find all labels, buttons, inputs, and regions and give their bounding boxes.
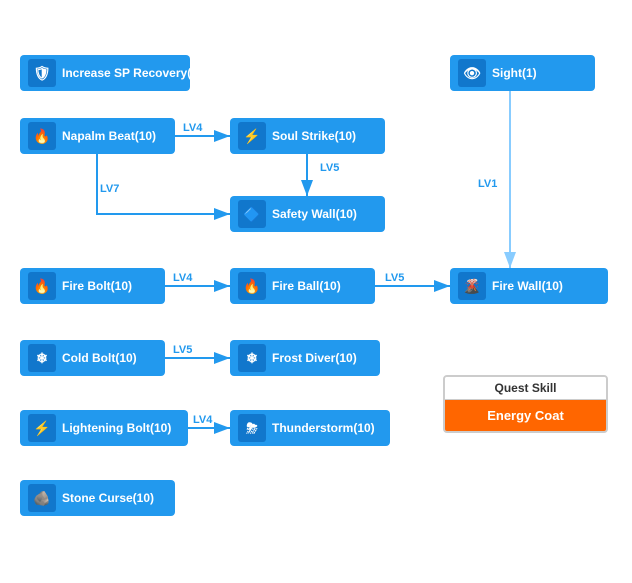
skill-label-lightening-bolt: Lightening Bolt(10) xyxy=(62,421,171,435)
skill-sight[interactable]: 👁 Sight(1) xyxy=(450,55,595,91)
skill-icon-thunderstorm: ⛈ xyxy=(238,414,266,442)
skill-lightening-bolt[interactable]: ⚡ Lightening Bolt(10) xyxy=(20,410,188,446)
skill-icon-fire-ball: 🔥 xyxy=(238,272,266,300)
skill-icon-fire-wall: 🌋 xyxy=(458,272,486,300)
skill-label-sight: Sight(1) xyxy=(492,66,537,80)
quest-skill-energy-coat-button[interactable]: Energy Coat xyxy=(445,400,606,431)
skill-label-soul-strike: Soul Strike(10) xyxy=(272,129,356,143)
skill-label-napalm-beat: Napalm Beat(10) xyxy=(62,129,156,143)
skill-soul-strike[interactable]: ⚡ Soul Strike(10) xyxy=(230,118,385,154)
quest-skill-title: Quest Skill xyxy=(445,377,606,400)
skill-stone-curse[interactable]: 🪨 Stone Curse(10) xyxy=(20,480,175,516)
lv-label-lightening-thunder: LV4 xyxy=(193,414,212,426)
skill-icon-frost-diver: ❄ xyxy=(238,344,266,372)
skill-icon-sight: 👁 xyxy=(458,59,486,87)
skill-label-cold-bolt: Cold Bolt(10) xyxy=(62,351,137,365)
lv-label-firebolt-fireball: LV4 xyxy=(173,272,192,284)
skill-safety-wall[interactable]: 🔷 Safety Wall(10) xyxy=(230,196,385,232)
skill-napalm-beat[interactable]: 🔥 Napalm Beat(10) xyxy=(20,118,175,154)
skill-label-fire-bolt: Fire Bolt(10) xyxy=(62,279,132,293)
skill-label-stone-curse: Stone Curse(10) xyxy=(62,491,154,505)
skill-increase-sp[interactable]: 🛡 Increase SP Recovery(10) xyxy=(20,55,190,91)
skill-frost-diver[interactable]: ❄ Frost Diver(10) xyxy=(230,340,380,376)
skill-fire-ball[interactable]: 🔥 Fire Ball(10) xyxy=(230,268,375,304)
skill-icon-soul-strike: ⚡ xyxy=(238,122,266,150)
skill-thunderstorm[interactable]: ⛈ Thunderstorm(10) xyxy=(230,410,390,446)
skill-label-thunderstorm: Thunderstorm(10) xyxy=(272,421,375,435)
lv-label-napalm-safety: LV7 xyxy=(100,183,119,195)
skill-tree: 🛡 Increase SP Recovery(10) 🔥 Napalm Beat… xyxy=(0,0,632,583)
skill-fire-bolt[interactable]: 🔥 Fire Bolt(10) xyxy=(20,268,165,304)
lv-label-sight-firewall: LV1 xyxy=(478,178,497,190)
skill-label-fire-wall: Fire Wall(10) xyxy=(492,279,563,293)
lv-label-soul-safety: LV5 xyxy=(320,162,339,174)
skill-label-fire-ball: Fire Ball(10) xyxy=(272,279,341,293)
skill-label-frost-diver: Frost Diver(10) xyxy=(272,351,357,365)
lv-label-napalm-soul: LV4 xyxy=(183,122,202,134)
skill-label-increase-sp: Increase SP Recovery(10) xyxy=(62,66,209,80)
skill-icon-napalm-beat: 🔥 xyxy=(28,122,56,150)
skill-icon-increase-sp: 🛡 xyxy=(28,59,56,87)
quest-skill-section: Quest Skill Energy Coat xyxy=(443,375,608,433)
skill-icon-stone-curse: 🪨 xyxy=(28,484,56,512)
skill-fire-wall[interactable]: 🌋 Fire Wall(10) xyxy=(450,268,608,304)
skill-icon-lightening-bolt: ⚡ xyxy=(28,414,56,442)
skill-icon-cold-bolt: ❄ xyxy=(28,344,56,372)
lv-label-coldbolt-frostdiver: LV5 xyxy=(173,344,192,356)
skill-cold-bolt[interactable]: ❄ Cold Bolt(10) xyxy=(20,340,165,376)
skill-icon-safety-wall: 🔷 xyxy=(238,200,266,228)
skill-icon-fire-bolt: 🔥 xyxy=(28,272,56,300)
lv-label-fireball-firewall: LV5 xyxy=(385,272,404,284)
skill-label-safety-wall: Safety Wall(10) xyxy=(272,207,357,221)
